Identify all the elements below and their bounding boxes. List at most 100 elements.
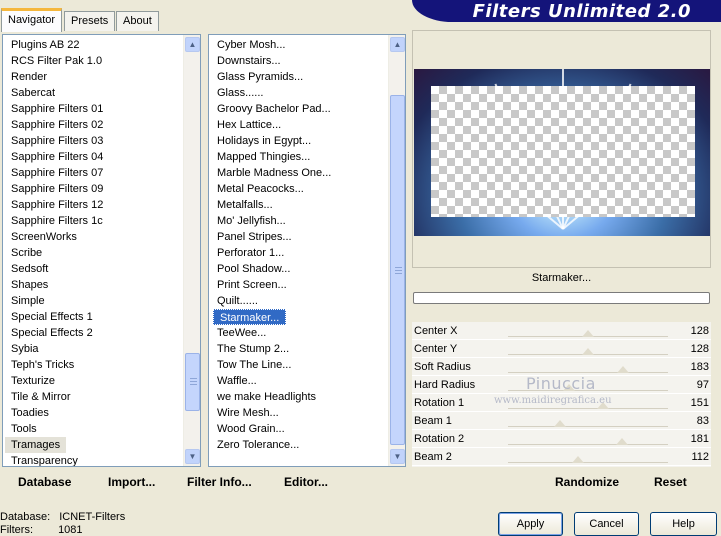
- category-item[interactable]: ScreenWorks: [3, 229, 183, 245]
- filter-item[interactable]: Starmaker...: [213, 309, 287, 325]
- category-item[interactable]: Sabercat: [3, 85, 183, 101]
- parameter-slider-track[interactable]: [508, 408, 668, 409]
- cancel-button[interactable]: Cancel: [574, 512, 639, 536]
- category-item[interactable]: Sapphire Filters 07: [3, 165, 183, 181]
- editor-button[interactable]: Editor...: [284, 475, 328, 489]
- category-item[interactable]: Toadies: [3, 405, 183, 421]
- filters-status: Filters: 1081: [0, 524, 83, 536]
- filter-item[interactable]: Mapped Thingies...: [209, 149, 388, 165]
- tab-about[interactable]: About: [116, 11, 159, 31]
- parameter-slider-track[interactable]: [508, 426, 668, 427]
- filter-item[interactable]: Metalfalls...: [209, 197, 388, 213]
- category-item[interactable]: Transparency: [3, 453, 183, 466]
- filter-list[interactable]: Cyber Mosh... Downstairs... Glass Pyramids…: [209, 35, 388, 466]
- randomize-button[interactable]: Randomize: [555, 475, 619, 489]
- scroll-up-arrow-icon[interactable]: ▲: [185, 37, 200, 52]
- filter-info-button[interactable]: Filter Info...: [187, 475, 252, 489]
- category-item[interactable]: Sapphire Filters 01: [3, 101, 183, 117]
- filter-item[interactable]: Marble Madness One...: [209, 165, 388, 181]
- category-item[interactable]: Special Effects 1: [3, 309, 183, 325]
- parameter-slider-thumb[interactable]: [616, 366, 629, 373]
- title-banner: Filters Unlimited 2.0: [412, 0, 721, 22]
- category-item[interactable]: Sapphire Filters 1c: [3, 213, 183, 229]
- parameter-label: Center X: [414, 325, 458, 337]
- category-item[interactable]: Teph's Tricks: [3, 357, 183, 373]
- parameter-slider-thumb[interactable]: [582, 330, 595, 337]
- category-scrollbar[interactable]: ▲ ▼: [183, 35, 200, 466]
- parameter-slider-thumb[interactable]: [582, 348, 595, 355]
- filter-item[interactable]: Downstairs...: [209, 53, 388, 69]
- filter-item[interactable]: Tow The Line...: [209, 357, 388, 373]
- parameter-label: Rotation 1: [414, 397, 465, 409]
- category-item[interactable]: Sedsoft: [3, 261, 183, 277]
- filters-status-value: 1081: [58, 524, 83, 536]
- filter-item[interactable]: Groovy Bachelor Pad...: [209, 101, 388, 117]
- category-item[interactable]: Tools: [3, 421, 183, 437]
- tab-presets[interactable]: Presets: [64, 11, 116, 31]
- filter-item[interactable]: Panel Stripes...: [209, 229, 388, 245]
- filter-item[interactable]: Perforator 1...: [209, 245, 388, 261]
- help-button[interactable]: Help: [650, 512, 717, 536]
- filter-item[interactable]: Print Screen...: [209, 277, 388, 293]
- filter-item[interactable]: Quilt......: [209, 293, 388, 309]
- parameter-row[interactable]: Center Y 128: [412, 340, 711, 358]
- category-scroll-thumb[interactable]: [185, 353, 200, 411]
- parameter-slider-track[interactable]: [508, 462, 668, 463]
- app-title: Filters Unlimited 2.0: [472, 1, 691, 22]
- filter-item[interactable]: TeeWee...: [209, 325, 388, 341]
- parameter-row[interactable]: Center X 128: [412, 322, 711, 340]
- category-item[interactable]: Sapphire Filters 04: [3, 149, 183, 165]
- category-item[interactable]: Sapphire Filters 09: [3, 181, 183, 197]
- parameter-row[interactable]: Beam 2 112: [412, 448, 711, 466]
- category-item[interactable]: RCS Filter Pak 1.0: [3, 53, 183, 69]
- scroll-down-arrow-icon[interactable]: ▼: [185, 449, 200, 464]
- preview-image: [414, 69, 710, 236]
- filter-item[interactable]: Glass......: [209, 85, 388, 101]
- tab-navigator[interactable]: Navigator: [1, 8, 63, 32]
- filter-item[interactable]: Hex Lattice...: [209, 117, 388, 133]
- filter-item[interactable]: The Stump 2...: [209, 341, 388, 357]
- filter-item[interactable]: Zero Tolerance...: [209, 437, 388, 453]
- category-item[interactable]: Scribe: [3, 245, 183, 261]
- parameter-value: 128: [690, 325, 709, 337]
- scroll-down-arrow-icon[interactable]: ▼: [390, 449, 405, 464]
- category-item[interactable]: Special Effects 2: [3, 325, 183, 341]
- category-list[interactable]: Plugins AB 22 RCS Filter Pak 1.0 Render Sab…: [3, 35, 183, 466]
- category-item[interactable]: Tile & Mirror: [3, 389, 183, 405]
- category-item[interactable]: Sapphire Filters 02: [3, 117, 183, 133]
- category-item[interactable]: Sapphire Filters 12: [3, 197, 183, 213]
- parameter-slider-track[interactable]: [508, 372, 668, 373]
- filter-item[interactable]: Cyber Mosh...: [209, 37, 388, 53]
- category-item[interactable]: Plugins AB 22: [3, 37, 183, 53]
- apply-button[interactable]: Apply: [498, 512, 563, 536]
- database-button[interactable]: Database: [18, 475, 71, 489]
- parameter-slider-thumb[interactable]: [615, 438, 628, 445]
- filter-item[interactable]: Waffle...: [209, 373, 388, 389]
- filter-item[interactable]: Wire Mesh...: [209, 405, 388, 421]
- filter-scrollbar[interactable]: ▲ ▼: [388, 35, 405, 466]
- progress-bar: [413, 292, 710, 304]
- filter-item[interactable]: Wood Grain...: [209, 421, 388, 437]
- filter-item[interactable]: Metal Peacocks...: [209, 181, 388, 197]
- parameter-slider-track[interactable]: [508, 444, 668, 445]
- parameter-slider-thumb[interactable]: [572, 456, 585, 463]
- filter-item[interactable]: Holidays in Egypt...: [209, 133, 388, 149]
- filter-item[interactable]: Glass Pyramids...: [209, 69, 388, 85]
- import-button[interactable]: Import...: [108, 475, 155, 489]
- category-item[interactable]: Tramages: [5, 437, 67, 453]
- filter-item[interactable]: Mo' Jellyfish...: [209, 213, 388, 229]
- scroll-up-arrow-icon[interactable]: ▲: [390, 37, 405, 52]
- category-item[interactable]: Texturize: [3, 373, 183, 389]
- category-item[interactable]: Render: [3, 69, 183, 85]
- filter-scroll-thumb[interactable]: [390, 95, 405, 445]
- parameter-row[interactable]: Rotation 2 181: [412, 430, 711, 448]
- category-item[interactable]: Sybia: [3, 341, 183, 357]
- reset-button[interactable]: Reset: [654, 475, 687, 489]
- category-item[interactable]: Simple: [3, 293, 183, 309]
- filter-item[interactable]: we make Headlights: [209, 389, 388, 405]
- filter-item[interactable]: Pool Shadow...: [209, 261, 388, 277]
- category-item[interactable]: Sapphire Filters 03: [3, 133, 183, 149]
- parameter-slider-thumb[interactable]: [554, 420, 567, 427]
- category-item[interactable]: Shapes: [3, 277, 183, 293]
- parameter-row[interactable]: Beam 1 83: [412, 412, 711, 430]
